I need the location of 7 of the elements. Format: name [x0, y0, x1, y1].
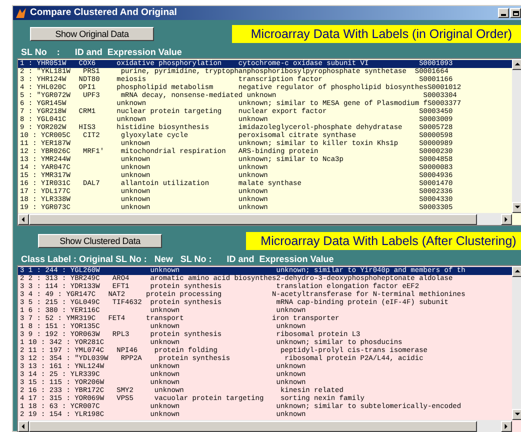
- section-title: Microarray Data With Labels (in Original Order): [232, 25, 521, 44]
- window-title: Compare Clustered And Original: [30, 6, 177, 20]
- column-header: Class Label : Original SL No : New SL No : ID and Expression Value: [21, 253, 335, 266]
- column-header: SL No : ID and Expression Value: [21, 46, 183, 58]
- section-title: Microarray Data With Labels (After Clustering): [246, 232, 521, 250]
- show-data-button[interactable]: Show Clustered Data: [38, 234, 162, 248]
- show-data-button[interactable]: Show Original Data: [30, 27, 154, 42]
